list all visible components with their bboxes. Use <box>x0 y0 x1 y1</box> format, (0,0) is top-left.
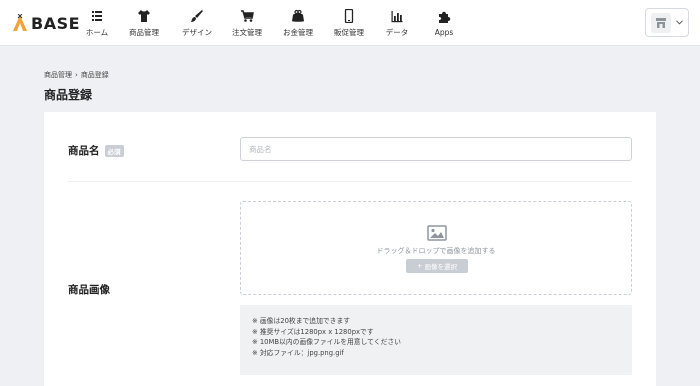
note-item: ※ 画像は20枚まで追加できます <box>252 317 351 325</box>
product-name-label: 商品名 必須 <box>68 143 124 158</box>
product-image-label: 商品画像 <box>68 282 110 297</box>
nav-label: 注文管理 <box>232 27 262 37</box>
nav-item-design[interactable]: デザイン <box>172 0 222 46</box>
nav-item-home[interactable]: ホーム <box>78 0 116 46</box>
brush-icon <box>191 9 203 22</box>
list-icon <box>92 10 102 21</box>
shop-menu-button[interactable] <box>645 8 689 37</box>
product-image-label-text: 商品画像 <box>68 284 110 296</box>
phone-icon <box>344 8 354 23</box>
product-name-label-text: 商品名 <box>68 145 100 157</box>
nav-item-orders[interactable]: 注文管理 <box>222 0 272 46</box>
nav-item-apps[interactable]: Apps <box>420 0 468 46</box>
shop-avatar <box>651 12 671 33</box>
breadcrumb-link-products[interactable]: 商品管理 <box>44 70 72 80</box>
nav-label: ホーム <box>85 27 109 37</box>
tshirt-icon <box>138 9 150 22</box>
nav-label: デザイン <box>182 27 212 37</box>
image-notes: ※ 画像は20枚まで追加できます ※ 推奨サイズは1280px x 1280px… <box>240 305 632 375</box>
image-icon <box>427 225 447 241</box>
select-image-button[interactable]: + 画像を選択 <box>406 259 468 273</box>
bar-chart-icon <box>391 10 403 22</box>
nav-label: データ <box>385 27 409 37</box>
image-dropzone[interactable]: ドラッグ＆ドロップで画像を追加する + 画像を選択 <box>240 201 632 295</box>
puzzle-icon <box>439 11 451 23</box>
required-badge: 必須 <box>104 144 124 157</box>
page-title: 商品登録 <box>44 88 93 102</box>
nav-label: 販促管理 <box>334 27 364 37</box>
main-nav: ホーム 商品管理 デザイン 注文管理 お金管理 販促管理 データ Apps <box>78 0 468 46</box>
nav-item-data[interactable]: データ <box>374 0 420 46</box>
base-logo[interactable]: BASE <box>12 12 80 34</box>
breadcrumb-separator: › <box>75 71 78 79</box>
logo-text: BASE <box>31 13 81 33</box>
chevron-down-icon <box>676 20 683 25</box>
nav-label: 商品管理 <box>129 27 159 37</box>
nav-label: お金管理 <box>283 27 313 37</box>
nav-item-products[interactable]: 商品管理 <box>116 0 172 46</box>
product-name-input[interactable] <box>240 137 632 161</box>
cart-icon <box>241 9 254 22</box>
plus-icon: + <box>417 262 423 270</box>
store-icon <box>656 17 666 28</box>
product-form-card: 商品名 必須 商品画像 ドラッグ＆ドロップで画像を追加する + 画像を選択 ※ … <box>44 112 656 386</box>
select-image-button-label: 画像を選択 <box>424 263 457 271</box>
dropzone-text: ドラッグ＆ドロップで画像を追加する <box>376 247 496 255</box>
divider <box>68 181 632 182</box>
nav-label: Apps <box>434 27 454 37</box>
top-header: BASE ホーム 商品管理 デザイン 注文管理 お金管理 販促管理 データ Ap… <box>0 0 700 46</box>
breadcrumb: 商品管理 › 商品登録 <box>44 70 109 80</box>
note-item: ※ 対応ファイル：jpg.png.gif <box>252 348 344 357</box>
nav-item-money[interactable]: お金管理 <box>272 0 324 46</box>
teepee-logo-icon <box>13 14 27 31</box>
breadcrumb-current: 商品登録 <box>80 71 109 79</box>
note-item: ※ 10MB以内の画像ファイルを用意してください <box>252 338 401 346</box>
note-item: ※ 推奨サイズは1280px x 1280pxです <box>252 327 374 336</box>
nav-item-promotion[interactable]: 販促管理 <box>324 0 374 46</box>
purse-icon <box>292 9 304 22</box>
